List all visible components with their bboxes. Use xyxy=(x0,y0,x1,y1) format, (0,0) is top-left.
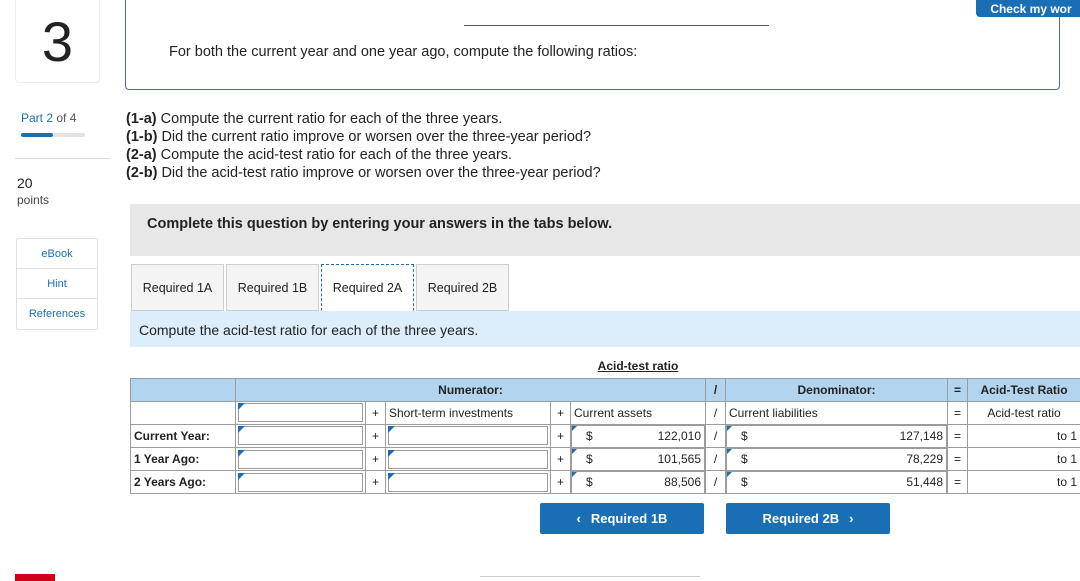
chevron-left-icon: ‹ xyxy=(576,511,581,526)
current-liabilities-value: $78,229 xyxy=(726,447,948,471)
short-term-label: Short-term investments xyxy=(385,400,551,425)
ebook-link[interactable]: eBook xyxy=(17,239,97,269)
instruction-item: (1-a) Compute the current ratio for each… xyxy=(126,111,503,127)
denominator-header: Denominator: xyxy=(725,377,949,402)
result-input[interactable]: to 1 xyxy=(967,447,1080,471)
footer-divider xyxy=(480,576,700,577)
equals-operator: = xyxy=(947,447,969,471)
problem-intro: For both the current year and one year a… xyxy=(169,44,638,60)
tab-required-2b[interactable]: Required 2B xyxy=(416,264,509,311)
check-my-work-button[interactable]: Check my wor xyxy=(976,0,1080,17)
numerator-header: Numerator: xyxy=(235,377,706,402)
equals-operator: = xyxy=(947,377,969,402)
tab-required-1a[interactable]: Required 1A xyxy=(131,264,224,311)
tab-prompt: Compute the acid-test ratio for each of … xyxy=(139,322,479,338)
points-label: points xyxy=(17,193,50,207)
current-assets-value: $101,565 xyxy=(571,447,705,471)
part-progress-fill xyxy=(21,133,53,137)
resource-links: eBook Hint References xyxy=(16,238,98,330)
current-assets-label: Current assets xyxy=(570,400,706,425)
divide-operator: / xyxy=(704,423,727,448)
divide-operator: / xyxy=(704,447,727,471)
info-divider xyxy=(464,25,769,26)
short-term-input[interactable] xyxy=(385,470,551,494)
question-number: 3 xyxy=(15,0,100,83)
plus-operator: + xyxy=(365,423,386,448)
panel-heading: Complete this question by entering your … xyxy=(147,216,613,232)
references-link[interactable]: References xyxy=(17,299,97,329)
short-term-input[interactable] xyxy=(385,423,551,448)
divide-operator: / xyxy=(704,400,727,425)
part-indicator: Part 2 of 4 xyxy=(21,111,76,125)
numerator-input[interactable] xyxy=(235,423,366,448)
part-label: Part 2 xyxy=(21,111,54,125)
numerator-item-input[interactable] xyxy=(235,400,366,425)
short-term-input[interactable] xyxy=(385,447,551,471)
result-input[interactable]: to 1 xyxy=(967,470,1080,494)
plus-operator: + xyxy=(550,447,571,471)
row-label-current-year: Current Year: xyxy=(130,423,236,448)
tab-required-2a[interactable]: Required 2A xyxy=(321,264,414,311)
row-label-1-year-ago: 1 Year Ago: xyxy=(130,447,236,471)
equals-operator: = xyxy=(947,470,969,494)
divider xyxy=(15,158,110,159)
plus-operator: + xyxy=(365,400,386,425)
current-liabilities-label: Current liabilities xyxy=(725,400,949,425)
label-cell xyxy=(130,400,236,425)
result-header: Acid-Test Ratio xyxy=(967,377,1080,402)
part-of: of 4 xyxy=(56,111,77,125)
points-value: 20 xyxy=(17,175,33,191)
prev-button-label: Required 1B xyxy=(590,511,668,526)
current-assets-value: $122,010 xyxy=(571,424,705,448)
plus-operator: + xyxy=(550,400,571,425)
instruction-item: (1-b) Did the current ratio improve or w… xyxy=(126,129,592,145)
current-liabilities-value: $51,448 xyxy=(726,470,948,494)
hint-link[interactable]: Hint xyxy=(17,269,97,299)
acid-test-table: Acid-test ratio Numerator: / Denominator… xyxy=(130,355,1080,494)
row-label-2-years-ago: 2 Years Ago: xyxy=(130,470,236,494)
divide-operator: / xyxy=(704,470,727,494)
prev-required-1b-button[interactable]: ‹ Required 1B xyxy=(540,503,704,534)
instructions: (1-a) Compute the current ratio for each… xyxy=(126,110,601,182)
numerator-input[interactable] xyxy=(235,470,366,494)
plus-operator: + xyxy=(550,423,571,448)
numerator-input[interactable] xyxy=(235,447,366,471)
instruction-item: (2-a) Compute the acid-test ratio for ea… xyxy=(126,147,513,163)
divide-operator: / xyxy=(704,377,727,402)
header-cell xyxy=(130,377,236,402)
next-required-2b-button[interactable]: Required 2B › xyxy=(726,503,890,534)
table-title: Acid-test ratio xyxy=(597,359,679,374)
plus-operator: + xyxy=(365,447,386,471)
tab-required-1b[interactable]: Required 1B xyxy=(226,264,319,311)
current-liabilities-value: $127,148 xyxy=(726,424,948,448)
next-button-label: Required 2B xyxy=(762,511,840,526)
part-progress-bar xyxy=(21,133,85,137)
equals-operator: = xyxy=(947,423,969,448)
chevron-right-icon: › xyxy=(849,511,854,526)
plus-operator: + xyxy=(365,470,386,494)
result-label: Acid-test ratio xyxy=(967,400,1080,425)
plus-operator: + xyxy=(550,470,571,494)
result-input[interactable]: to 1 xyxy=(967,423,1080,448)
current-assets-value: $88,506 xyxy=(571,470,705,494)
equals-operator: = xyxy=(947,400,969,425)
instruction-item: (2-b) Did the acid-test ratio improve or… xyxy=(126,165,601,181)
brand-logo xyxy=(15,574,55,581)
